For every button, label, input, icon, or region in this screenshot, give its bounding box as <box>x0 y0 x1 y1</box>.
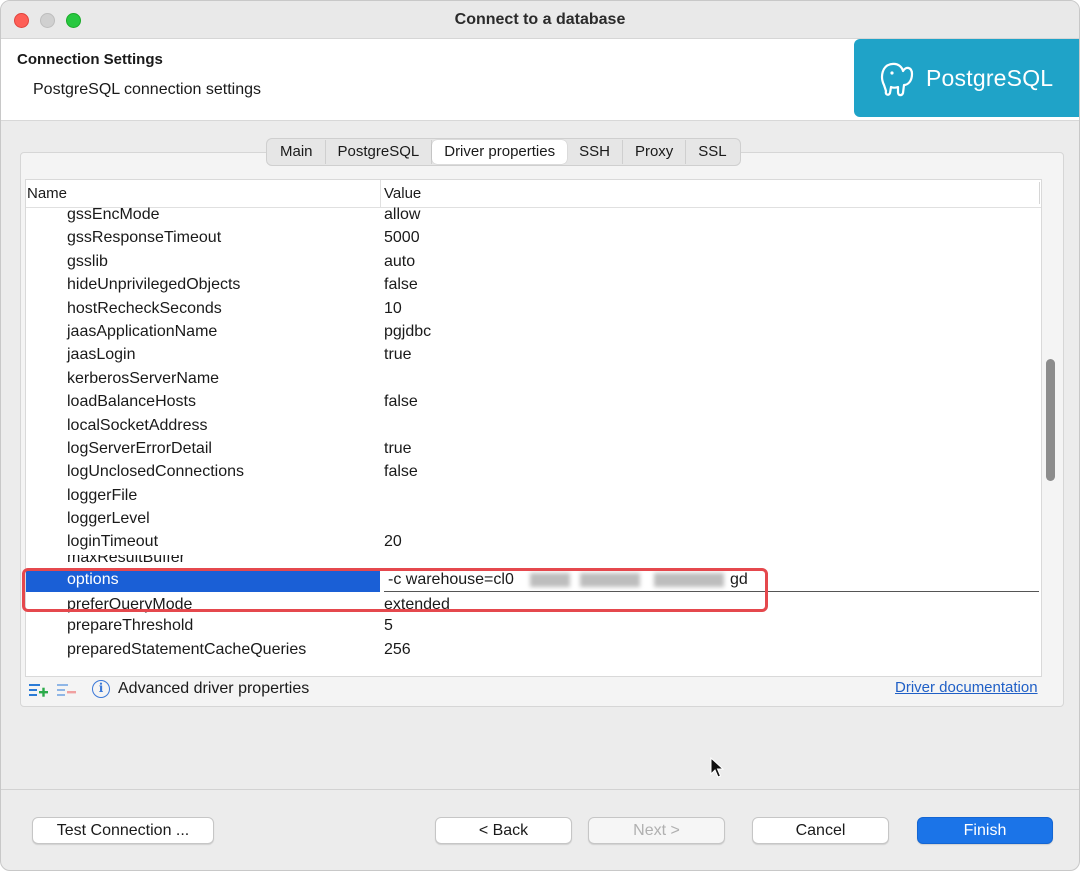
property-name: kerberosServerName <box>67 369 220 387</box>
property-name: localSocketAddress <box>67 416 208 434</box>
cancel-button[interactable]: Cancel <box>752 817 889 844</box>
property-value: 10 <box>384 299 402 317</box>
table-row[interactable]: jaasApplicationName pgjdbc <box>26 321 1041 344</box>
window-title: Connect to a database <box>454 11 626 28</box>
title-bar: Connect to a database <box>1 1 1079 39</box>
property-name: preferQueryMode <box>67 595 193 613</box>
property-name: gssResponseTimeout <box>67 229 222 247</box>
property-value: 5 <box>384 617 393 635</box>
advanced-properties-label: Advanced driver properties <box>118 680 310 697</box>
table-row[interactable]: localSocketAddress <box>26 415 1041 438</box>
property-value: auto <box>384 252 416 270</box>
header-subtitle: PostgreSQL connection settings <box>33 81 261 98</box>
column-divider-end <box>1039 182 1040 204</box>
table-row-selected[interactable]: options -c warehouse=cl0 gd <box>26 568 1041 592</box>
property-name: hostRecheckSeconds <box>67 299 222 317</box>
mouse-pointer-icon <box>710 757 724 778</box>
table-row[interactable]: maxResultBuffer <box>26 555 1041 569</box>
add-property-icon[interactable] <box>28 681 50 699</box>
property-value: true <box>384 346 412 364</box>
options-value-editor[interactable]: -c warehouse=cl0 gd <box>384 568 1039 592</box>
property-name: gssEncMode <box>67 206 160 223</box>
header-title: Connection Settings <box>17 51 163 68</box>
property-value: extended <box>384 595 450 613</box>
postgresql-elephant-icon <box>881 62 914 97</box>
property-value: 20 <box>384 533 402 551</box>
table-row[interactable]: prepareThreshold 5 <box>26 615 1041 638</box>
back-button[interactable]: < Back <box>435 817 572 844</box>
options-value-prefix: -c warehouse=cl0 <box>388 570 514 588</box>
property-name: options <box>67 570 119 588</box>
property-name: loginTimeout <box>67 533 159 551</box>
property-value: false <box>384 463 418 481</box>
finish-button[interactable]: Finish <box>917 817 1053 844</box>
column-header-value[interactable]: Value <box>384 185 421 202</box>
dialog-header: Connection Settings PostgreSQL connectio… <box>1 39 1079 121</box>
connect-dialog: Connect to a database Connection Setting… <box>0 0 1080 871</box>
logo-text: PostgreSQL <box>926 65 1054 91</box>
property-name: maxResultBuffer <box>67 554 185 566</box>
table-row[interactable]: jaasLogin true <box>26 344 1041 367</box>
property-name: jaasApplicationName <box>67 322 218 340</box>
table-rows: gssEncMode allow gssResponseTimeout 5000 gss… <box>26 204 1041 662</box>
tab-main[interactable]: Main <box>268 140 326 164</box>
property-value: 256 <box>384 640 411 658</box>
remove-property-icon[interactable] <box>56 681 78 699</box>
property-name: loadBalanceHosts <box>67 393 196 411</box>
table-row[interactable]: gsslib auto <box>26 251 1041 274</box>
tab-proxy[interactable]: Proxy <box>623 140 687 164</box>
property-name: logServerErrorDetail <box>67 439 212 457</box>
tab-postgresql[interactable]: PostgreSQL <box>326 140 433 164</box>
scrollbar-thumb[interactable] <box>1046 359 1055 481</box>
property-name: preparedStatementCacheQueries <box>67 640 307 658</box>
table-row[interactable]: preferQueryMode extended <box>26 592 1041 615</box>
redacted-text <box>580 572 640 587</box>
tab-ssh[interactable]: SSH <box>567 140 623 164</box>
property-name: logUnclosedConnections <box>67 463 244 481</box>
table-row[interactable]: gssEncMode allow <box>26 204 1041 227</box>
property-name: gsslib <box>67 252 108 270</box>
property-name: loggerFile <box>67 486 138 504</box>
table-row[interactable]: loggerLevel <box>26 508 1041 531</box>
table-row[interactable]: hostRecheckSeconds 10 <box>26 298 1041 321</box>
property-value: false <box>384 276 418 294</box>
next-button: Next > <box>588 817 725 844</box>
table-row[interactable]: loginTimeout 20 <box>26 531 1041 554</box>
table-row[interactable]: loadBalanceHosts false <box>26 391 1041 414</box>
properties-table[interactable]: Name Value gssEncMode allow gssResponseTim… <box>25 179 1042 677</box>
property-value: pgjdbc <box>384 322 432 340</box>
table-row[interactable]: kerberosServerName <box>26 368 1041 391</box>
table-row[interactable]: preparedStatementCacheQueries 256 <box>26 639 1041 662</box>
redacted-text <box>530 572 570 587</box>
property-value: 5000 <box>384 229 420 247</box>
settings-tabs: Main PostgreSQL Driver properties SSH Proxy S… <box>266 138 741 166</box>
table-row[interactable]: gssResponseTimeout 5000 <box>26 227 1041 250</box>
property-value: true <box>384 439 412 457</box>
tab-driver-properties[interactable]: Driver properties <box>432 140 568 164</box>
redacted-text <box>654 572 724 587</box>
table-row[interactable]: logUnclosedConnections false <box>26 461 1041 484</box>
test-connection-button[interactable]: Test Connection ... <box>32 817 214 844</box>
property-name: prepareThreshold <box>67 617 194 635</box>
options-value-suffix: gd <box>730 570 748 588</box>
property-name: loggerLevel <box>67 510 150 528</box>
table-row[interactable]: hideUnprivilegedObjects false <box>26 274 1041 297</box>
footer-separator <box>1 789 1079 790</box>
property-name: hideUnprivilegedObjects <box>67 276 241 294</box>
driver-documentation-link[interactable]: Driver documentation <box>895 679 1038 696</box>
table-row[interactable]: loggerFile <box>26 485 1041 508</box>
property-value: allow <box>384 206 421 223</box>
property-value: false <box>384 393 418 411</box>
property-name: jaasLogin <box>67 346 136 364</box>
postgresql-logo: PostgreSQL <box>854 39 1079 117</box>
info-icon: i <box>92 680 110 698</box>
tab-ssl[interactable]: SSL <box>686 140 738 164</box>
column-header-name[interactable]: Name <box>27 185 67 202</box>
table-row[interactable]: logServerErrorDetail true <box>26 438 1041 461</box>
